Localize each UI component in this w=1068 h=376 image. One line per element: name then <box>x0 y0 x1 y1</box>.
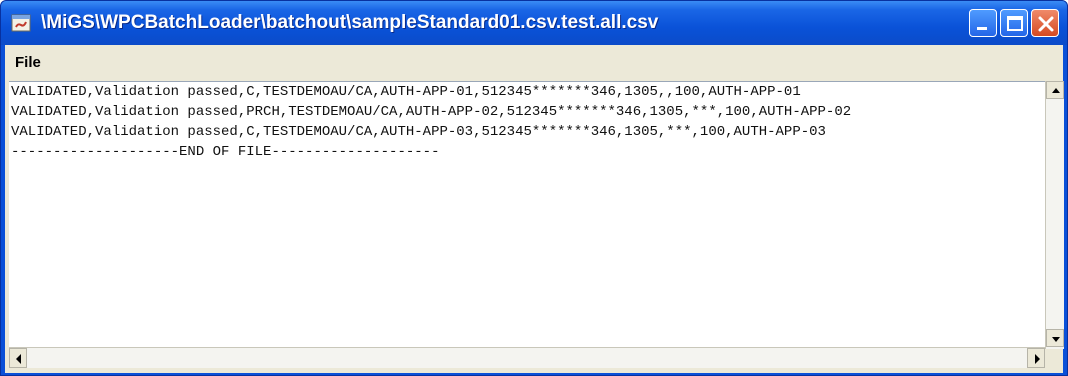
scroll-right-button[interactable] <box>1027 348 1045 368</box>
arrow-right-icon <box>1035 354 1040 364</box>
maximize-button[interactable] <box>1000 9 1028 37</box>
close-button[interactable] <box>1031 9 1059 37</box>
arrow-up-icon <box>1052 88 1060 93</box>
scrollbar-corner <box>1045 349 1063 369</box>
scroll-left-button[interactable] <box>9 348 27 368</box>
arrow-left-icon <box>16 354 21 364</box>
window-client-area: File VALIDATED,Validation passed,C,TESTD… <box>5 45 1064 373</box>
vertical-scrollbar[interactable] <box>1045 81 1064 349</box>
window-title: \MiGS\WPCBatchLoader\batchout\sampleStan… <box>41 12 659 33</box>
end-of-file-line: --------------------END OF FILE---------… <box>11 144 440 160</box>
file-content-textarea[interactable]: VALIDATED,Validation passed,C,TESTDEMOAU… <box>9 81 1045 348</box>
file-line: VALIDATED,Validation passed,C,TESTDEMOAU… <box>11 124 826 140</box>
java-window-icon <box>11 13 31 33</box>
menu-file[interactable]: File <box>15 54 41 71</box>
minimize-button[interactable] <box>969 9 997 37</box>
arrow-down-icon <box>1052 337 1060 342</box>
application-window: \MiGS\WPCBatchLoader\batchout\sampleStan… <box>0 0 1068 376</box>
file-line: VALIDATED,Validation passed,C,TESTDEMOAU… <box>11 84 801 100</box>
close-icon <box>1038 16 1054 32</box>
maximize-icon <box>1007 16 1023 31</box>
file-line: VALIDATED,Validation passed,PRCH,TESTDEM… <box>11 104 852 120</box>
menu-bar: File <box>5 45 1063 81</box>
scroll-up-button[interactable] <box>1046 81 1064 99</box>
title-bar[interactable]: \MiGS\WPCBatchLoader\batchout\sampleStan… <box>1 1 1067 45</box>
minimize-icon <box>977 27 987 30</box>
scroll-down-button[interactable] <box>1046 329 1064 347</box>
horizontal-scrollbar[interactable] <box>9 347 1045 368</box>
